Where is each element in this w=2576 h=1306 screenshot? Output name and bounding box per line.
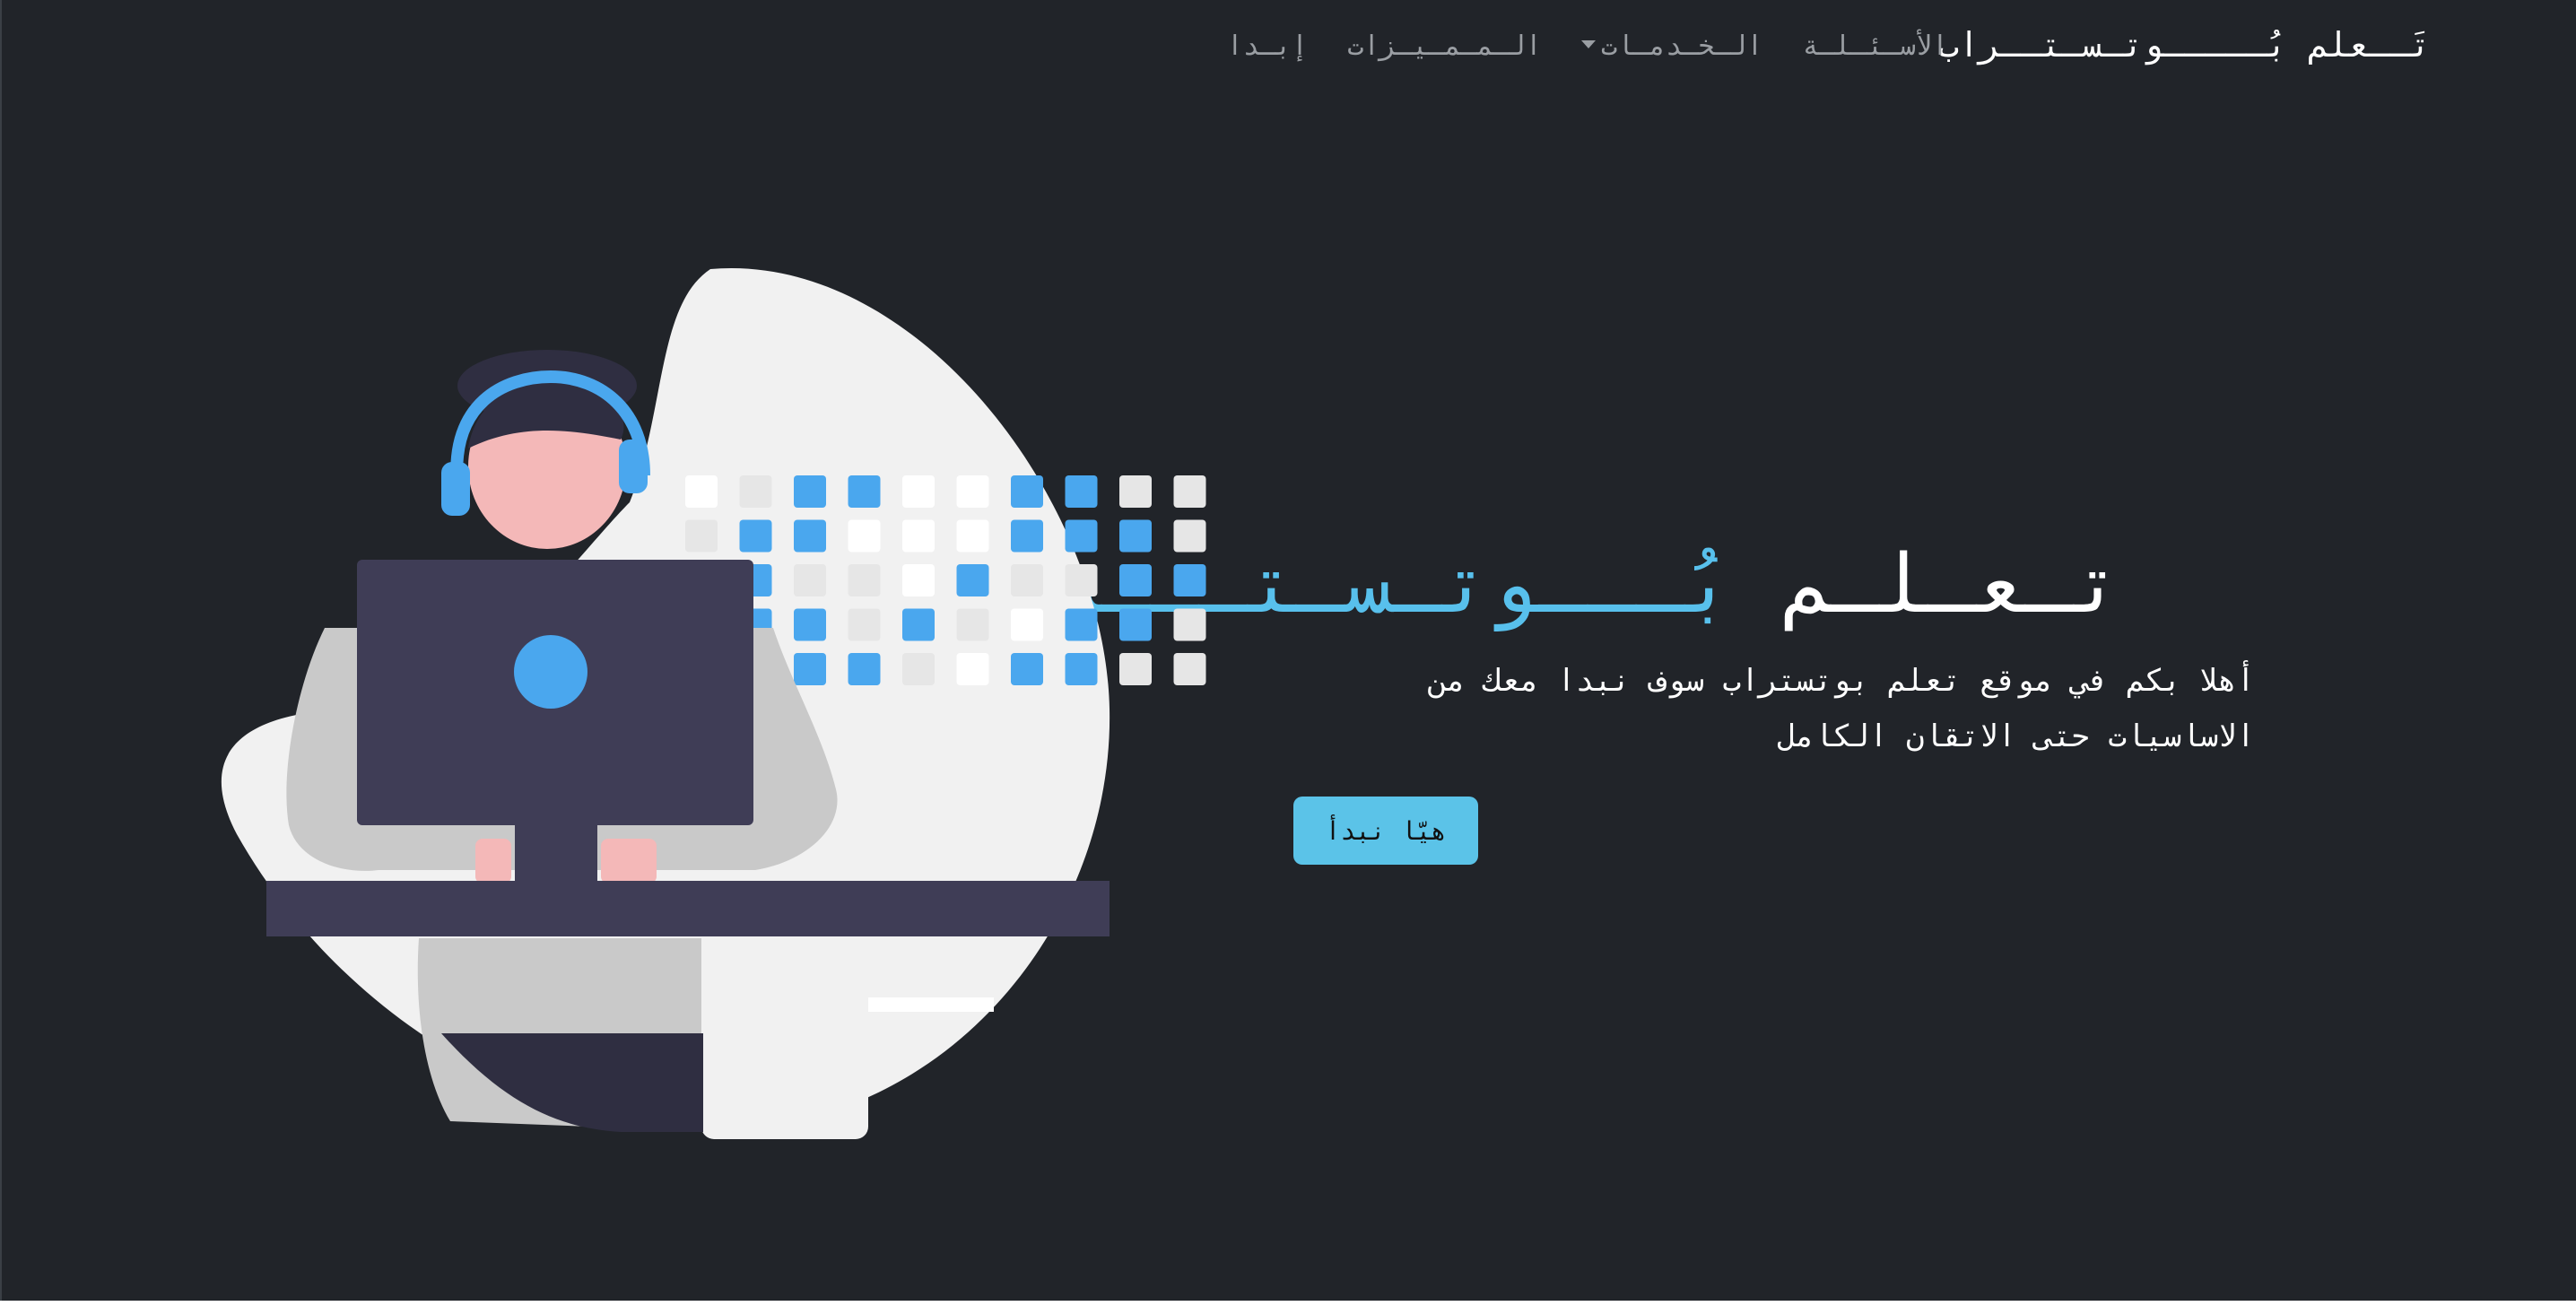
pixel-square <box>848 608 881 641</box>
pixel-square <box>956 519 989 553</box>
pixel-square <box>956 475 989 508</box>
pixel-square <box>1065 564 1098 596</box>
caret-down-icon <box>1580 40 1596 48</box>
monitor-logo <box>514 635 587 709</box>
pixel-square <box>1011 519 1043 553</box>
pixel-square <box>1119 519 1152 553</box>
pixel-square <box>794 653 826 685</box>
nav-link-services-label: الـخـدمـات <box>1600 30 1763 62</box>
chair <box>701 938 868 1139</box>
nav-dropdown-services[interactable]: الـخـدمـات <box>1580 30 1763 62</box>
pixel-square <box>1011 653 1043 685</box>
pixel-square <box>1011 564 1043 596</box>
pixel-square <box>1119 564 1152 596</box>
pixel-square <box>1173 608 1206 641</box>
nav-link-faq[interactable]: الأسـئـلـة <box>1802 30 1948 62</box>
pixel-square <box>739 475 772 508</box>
navbar-links: إبـدا الـمـمـيـزات الـخـدمـات الأسـئـلـة <box>1227 30 1948 62</box>
hero-title-main: تـعـلـم <box>1733 537 2122 631</box>
pixel-square <box>685 519 718 553</box>
pixel-square <box>1119 653 1152 685</box>
pixel-square <box>902 608 935 641</box>
pixel-square <box>1173 653 1206 685</box>
desk <box>266 881 1110 936</box>
pixel-square <box>794 519 826 553</box>
pixel-square <box>1065 608 1098 641</box>
pixel-square <box>848 475 881 508</box>
pixel-square <box>794 608 826 641</box>
pixel-square <box>794 564 826 596</box>
nav-link-features[interactable]: الـمـمـيـزات <box>1347 30 1542 62</box>
person-at-computer-illustration <box>221 267 1206 1139</box>
pixel-square <box>1065 519 1098 553</box>
hero-description: أهلا بكم في موقع تعلم بوتستراب سوف نبدا … <box>1428 663 2255 754</box>
pixel-square <box>848 564 881 596</box>
pixel-square <box>1173 519 1206 553</box>
pixel-square <box>794 475 826 508</box>
monitor-stand <box>515 822 597 884</box>
navbar-brand[interactable]: تَــعلم بُـــــوتـسـتــراب <box>1938 25 2431 65</box>
pixel-square <box>1119 608 1152 641</box>
nav-link-start[interactable]: إبـدا <box>1227 30 1308 62</box>
pixel-square <box>902 519 935 553</box>
lets-start-button[interactable]: هيّا نبدأ <box>1293 797 1478 865</box>
pixel-square <box>902 653 935 685</box>
page: تَــعلم بُـــــوتـسـتــراب إبـدا الـمـمـ… <box>0 0 2576 1301</box>
pixel-square <box>739 519 772 553</box>
pixel-square <box>848 653 881 685</box>
pixel-square <box>1065 475 1098 508</box>
pixel-square <box>956 608 989 641</box>
pixel-square <box>1173 475 1206 508</box>
pixel-square <box>685 475 718 508</box>
pixel-square <box>1011 475 1043 508</box>
pixel-square <box>848 519 881 553</box>
chair-bar <box>868 997 994 1012</box>
pixel-square <box>902 564 935 596</box>
pixel-square <box>956 653 989 685</box>
pixel-square <box>1011 608 1043 641</box>
pixel-square <box>1119 475 1152 508</box>
pixel-square <box>1065 653 1098 685</box>
pixel-square <box>902 475 935 508</box>
pixel-square <box>956 564 989 596</box>
pixel-square <box>1173 564 1206 596</box>
